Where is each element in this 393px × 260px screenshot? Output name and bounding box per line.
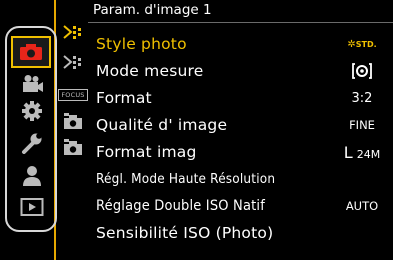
picture-size-mp: 24M (356, 147, 381, 161)
menu-item-label: Sensibilité ISO (Photo) (96, 224, 274, 242)
menu-item-label: Qualité d' image (96, 116, 228, 134)
aspect-ratio-value: 3:2 (351, 90, 373, 106)
tab-video[interactable] (15, 73, 49, 95)
menu-item-image-quality[interactable]: Qualité d' image FINE (96, 112, 386, 138)
page-title: Param. d'image 1 (93, 2, 212, 18)
subtab-camera-2[interactable] (60, 136, 86, 160)
subtab-focus[interactable]: FOCUS (58, 83, 88, 107)
subtab-camera-1[interactable] (60, 110, 86, 134)
subtab-image-settings-1[interactable] (60, 20, 86, 44)
menu-item-picture-size[interactable]: Format imag L 24M (96, 139, 386, 165)
photo-style-value: ✲STD. (347, 38, 377, 50)
menu-item-high-resolution-mode[interactable]: Régl. Mode Haute Résolution (96, 166, 386, 192)
tab-setup[interactable] (15, 132, 49, 154)
tab-photo[interactable] (11, 36, 51, 68)
video-camera-icon (23, 75, 43, 92)
photo-style-value-text: STD. (355, 39, 377, 49)
menu-item-iso-sensitivity[interactable]: Sensibilité ISO (Photo) (96, 220, 386, 246)
menu-category-tabs (5, 26, 57, 232)
menu-item-label: Mode mesure (96, 62, 204, 80)
menu-item-label: Format imag (96, 143, 197, 161)
subtab-image-settings-2[interactable] (60, 50, 86, 74)
menu-item-photo-style[interactable]: Style photo ✲STD. (96, 31, 386, 57)
image-settings-2-icon (63, 55, 81, 69)
image-settings-1-icon (63, 25, 81, 39)
metering-icon (352, 63, 372, 79)
tab-playback[interactable] (15, 196, 49, 218)
menu-item-label: Régl. Mode Haute Résolution (96, 171, 276, 187)
menu-item-label: Réglage Double ISO Natif (96, 198, 266, 214)
menu-item-aspect-ratio[interactable]: Format 3:2 (96, 85, 386, 111)
menu-item-label: Style photo (96, 35, 187, 53)
menu-item-label: Format (96, 89, 152, 107)
metering-mode-value (338, 62, 386, 80)
wrench-icon (22, 133, 42, 154)
camera-settings-1-icon (64, 113, 82, 129)
menu-item-dual-native-iso[interactable]: Réglage Double ISO Natif AUTO (96, 193, 386, 219)
dual-native-iso-value: AUTO (345, 199, 379, 213)
camera-settings-2-icon (64, 139, 82, 155)
tab-my-menu[interactable] (15, 165, 49, 187)
picture-size-letter: L (343, 142, 353, 162)
picture-size-value: L 24M (338, 143, 386, 162)
playback-icon (20, 198, 44, 216)
camera-icon (20, 44, 42, 60)
focus-icon: FOCUS (58, 89, 88, 101)
image-quality-value: FINE (349, 118, 375, 132)
menu-item-metering-mode[interactable]: Mode mesure (96, 58, 386, 84)
header-rule (88, 22, 393, 23)
tab-custom[interactable] (15, 100, 49, 122)
person-icon (23, 166, 41, 186)
gear-icon (22, 101, 42, 121)
